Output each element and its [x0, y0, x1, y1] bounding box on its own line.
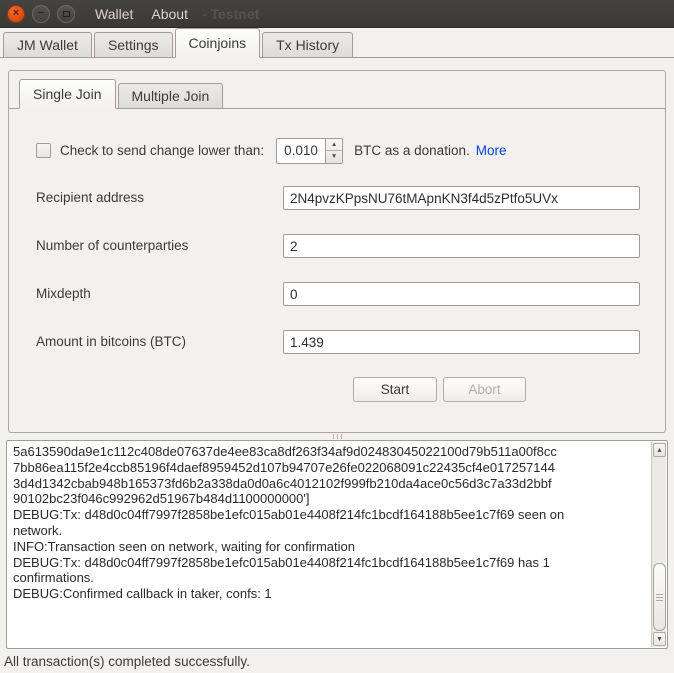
maximize-glyph [63, 11, 70, 17]
status-bar: All transaction(s) completed successfull… [0, 649, 674, 673]
status-message: All transaction(s) completed successfull… [4, 654, 250, 669]
minimize-icon[interactable]: − [32, 5, 50, 23]
tab-coinjoins[interactable]: Coinjoins [175, 28, 261, 58]
log-line: DEBUG:Confirmed callback in taker, confs… [13, 586, 613, 602]
scroll-down-icon[interactable]: ▼ [653, 632, 666, 646]
log-textarea[interactable]: 5a613590da9e1c112c408de07637de4ee83ca8df… [6, 440, 668, 649]
log-line: 90102bc23f046c992962d51967b484d110000000… [13, 491, 613, 507]
single-join-pane [9, 108, 665, 432]
menu-about[interactable]: About [151, 6, 188, 22]
log-scrollbar[interactable]: ▲ ▼ [651, 442, 666, 647]
tab-multiple-join[interactable]: Multiple Join [118, 83, 224, 109]
log-lines: 5a613590da9e1c112c408de07637de4ee83ca8df… [13, 444, 613, 602]
join-tabbar: Single Join Multiple Join [19, 82, 225, 109]
tab-jm-wallet[interactable]: JM Wallet [3, 32, 92, 58]
scroll-up-icon[interactable]: ▲ [653, 443, 666, 457]
tab-single-join[interactable]: Single Join [19, 79, 116, 109]
log-line: DEBUG:Tx: d48d0c04ff7997f2858be1efc015ab… [13, 555, 613, 587]
window-title: - Testnet [202, 6, 259, 22]
menu-wallet[interactable]: Wallet [95, 6, 133, 22]
log-line: 7bb86ea115f2e4ccb85196f4daef8959452d107b… [13, 460, 613, 476]
close-icon[interactable]: × [7, 5, 25, 23]
maximize-icon[interactable] [57, 5, 75, 23]
log-line: 3d4d1342cbab948b165373fd6b2a338da0d0a6c4… [13, 476, 613, 492]
titlebar: × − Wallet About - Testnet [0, 0, 674, 28]
tab-settings[interactable]: Settings [94, 32, 173, 58]
log-line: 5a613590da9e1c112c408de07637de4ee83ca8df… [13, 444, 613, 460]
log-line: INFO:Transaction seen on network, waitin… [13, 539, 613, 555]
scrollbar-thumb[interactable] [653, 563, 666, 631]
splitter-handle[interactable] [322, 434, 352, 439]
coinjoin-panel: Single Join Multiple Join [8, 70, 666, 433]
tab-tx-history[interactable]: Tx History [262, 32, 353, 58]
log-line: DEBUG:Tx: d48d0c04ff7997f2858be1efc015ab… [13, 507, 613, 539]
main-tabbar: JM Wallet Settings Coinjoins Tx History [0, 28, 674, 58]
